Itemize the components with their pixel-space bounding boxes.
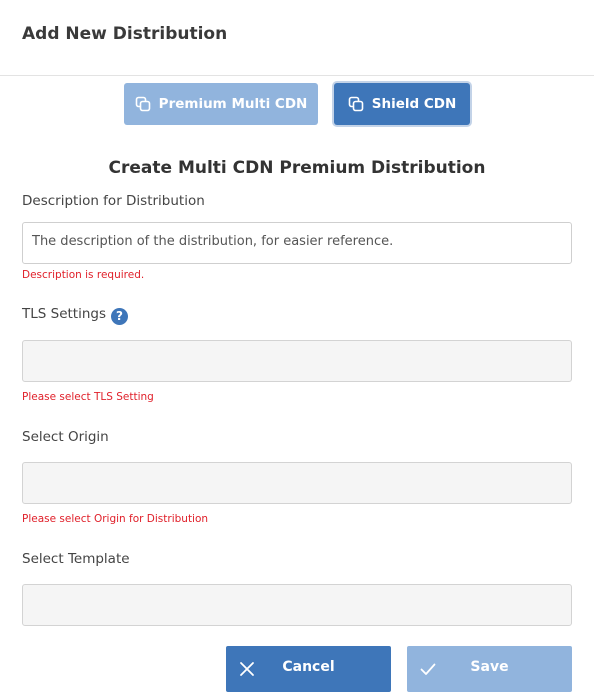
origin-label: Select Origin (22, 429, 109, 445)
description-label: Description for Distribution (22, 193, 205, 209)
modal-title: Add New Distribution (22, 24, 228, 44)
shield-cdn-button[interactable]: Shield CDN (334, 83, 470, 125)
modal-header: Add New Distribution (0, 0, 594, 76)
shield-cdn-label: Shield CDN (371, 96, 457, 112)
cancel-button[interactable]: Cancel (226, 646, 391, 692)
tls-settings-label: TLS Settings? (22, 306, 128, 325)
origin-error: Please select Origin for Distribution (22, 513, 209, 525)
tls-settings-error: Please select TLS Setting (22, 391, 154, 403)
description-placeholder: The description of the distribution, for… (32, 234, 394, 249)
save-button[interactable]: Save (407, 646, 572, 692)
copy-icon (135, 96, 150, 112)
form-title: Create Multi CDN Premium Distribution (108, 158, 486, 178)
origin-select[interactable] (22, 462, 572, 504)
tls-settings-select[interactable] (22, 340, 572, 382)
help-icon[interactable]: ? (111, 308, 128, 325)
copy-icon (348, 96, 364, 112)
template-select[interactable] (22, 584, 572, 626)
premium-multi-cdn-button[interactable]: Premium Multi CDN (124, 83, 318, 125)
description-input[interactable]: The description of the distribution, for… (22, 222, 572, 264)
description-error: Description is required. (22, 269, 145, 281)
save-label: Save (470, 659, 509, 675)
cancel-label: Cancel (282, 659, 335, 675)
template-label: Select Template (22, 551, 130, 567)
tls-settings-label-text: TLS Settings (22, 306, 106, 322)
premium-multi-cdn-label: Premium Multi CDN (158, 96, 308, 112)
